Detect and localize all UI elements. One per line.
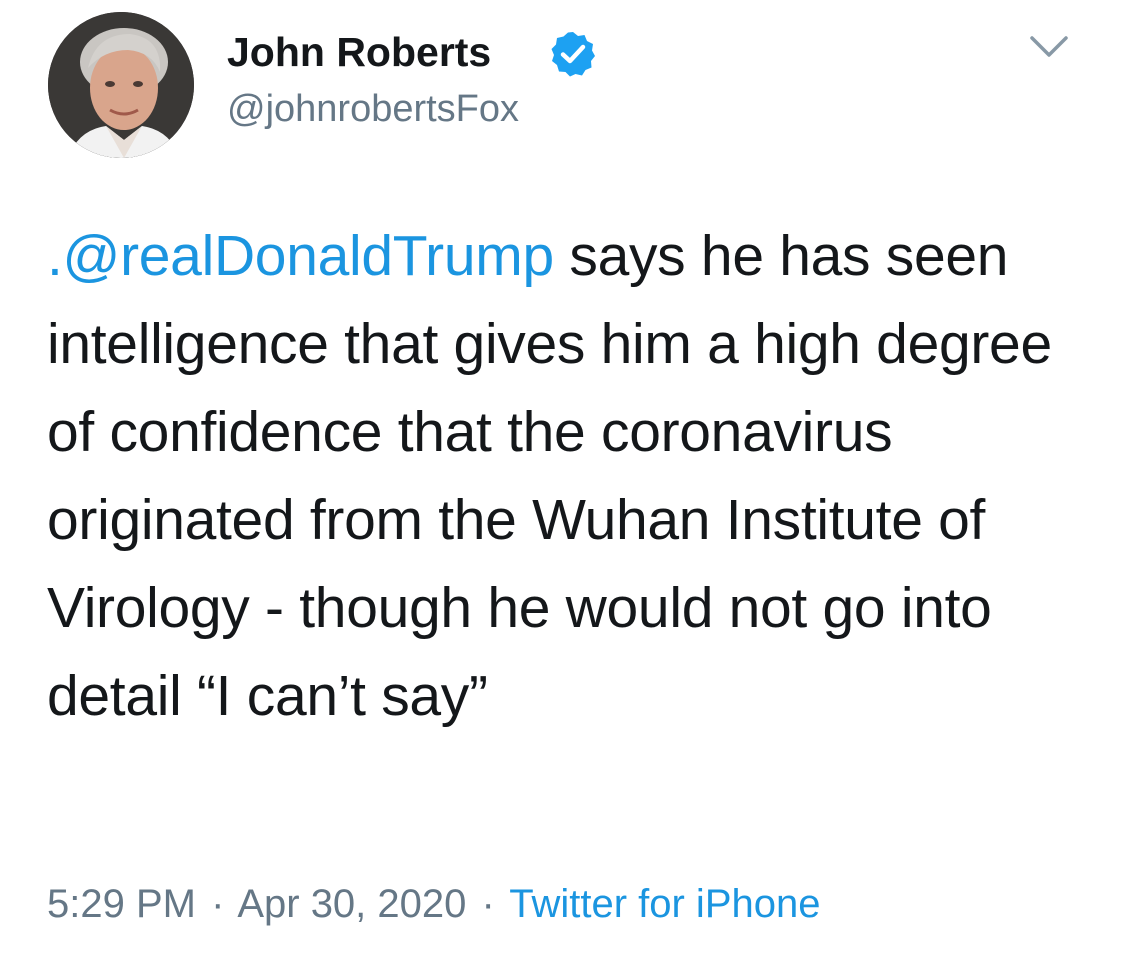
handle[interactable]: @johnrobertsFox (227, 86, 519, 132)
separator-dot: · (481, 882, 495, 926)
tweet-source[interactable]: Twitter for iPhone (509, 882, 820, 926)
tweet-date[interactable]: Apr 30, 2020 (237, 882, 466, 926)
tweet-text: .@realDonaldTrump says he has seen intel… (47, 212, 1107, 740)
avatar-image (48, 12, 194, 158)
avatar[interactable] (48, 12, 194, 158)
verified-badge-icon (549, 30, 597, 78)
display-name[interactable]: John Roberts (227, 28, 491, 76)
mention-link[interactable]: .@realDonaldTrump (47, 224, 554, 288)
chevron-down-icon[interactable] (1024, 22, 1074, 72)
tweet-meta: 5:29 PM · Apr 30, 2020 · Twitter for iPh… (47, 878, 820, 930)
tweet-body: says he has seen intelligence that gives… (47, 224, 1052, 728)
tweet-time[interactable]: 5:29 PM (47, 882, 196, 926)
separator-dot: · (211, 882, 225, 926)
